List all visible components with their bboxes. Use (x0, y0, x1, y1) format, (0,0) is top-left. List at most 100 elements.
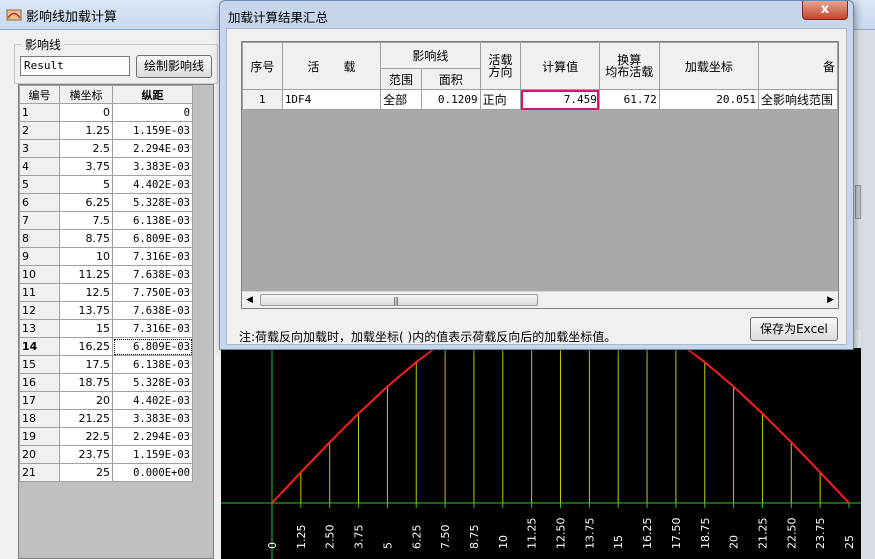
cell-abscissa[interactable]: 17.5 (59, 355, 113, 374)
table-row[interactable]: 19 22.5 2.294E-03 (19, 427, 193, 446)
cell-ordinate[interactable]: 4.402E-03 (112, 391, 193, 410)
cell-abscissa[interactable]: 8.75 (59, 229, 113, 248)
grid-header-ordinate[interactable]: 纵距 (112, 85, 193, 104)
cell-abscissa[interactable]: 15 (59, 319, 113, 338)
cell-load[interactable]: 1DF4 (281, 89, 382, 110)
cell-index[interactable]: 12 (19, 301, 60, 320)
cell-ordinate[interactable]: 7.316E-03 (112, 319, 193, 338)
cell-index[interactable]: 1 (19, 103, 60, 122)
table-row[interactable]: 12 13.75 7.638E-03 (19, 301, 193, 320)
cell-ordinate[interactable]: 6.809E-03 (112, 337, 193, 356)
table-row[interactable]: 100 (19, 103, 193, 122)
table-row[interactable]: 4 3.75 3.383E-03 (19, 157, 193, 176)
influence-ordinate-grid[interactable]: 编号 横坐标 纵距 1 0 0 2 1.25 1.159E-03 3 2.5 2.294E-03… (18, 84, 214, 559)
col-header-load-direction[interactable]: 活载 方向 (479, 42, 522, 90)
cell-index[interactable]: 19 (19, 427, 60, 446)
cell-ordinate[interactable]: 0.000E+00 (112, 463, 193, 482)
cell-abscissa[interactable]: 16.25 (59, 337, 113, 356)
cell-abscissa[interactable]: 11.25 (59, 265, 113, 284)
table-row[interactable]: 1 1DF4 全部 0.1209 正向 7.459 61.72 20.051 全… (242, 89, 838, 110)
cell-abscissa[interactable]: 13.75 (59, 301, 113, 320)
cell-index[interactable]: 6 (19, 193, 60, 212)
col-header-remark[interactable]: 备 (757, 42, 838, 90)
col-header-live-load[interactable]: 活 载 (281, 42, 382, 90)
cell-ordinate[interactable]: 1.159E-03 (112, 121, 193, 140)
cell-index[interactable]: 14 (19, 337, 60, 356)
cell-index[interactable]: 21 (19, 463, 60, 482)
cell-ordinate[interactable]: 7.316E-03 (112, 247, 193, 266)
cell-seq[interactable]: 1 (242, 89, 283, 110)
cell-ordinate[interactable]: 7.750E-03 (112, 283, 193, 302)
save-as-excel-button[interactable]: 保存为Excel (750, 317, 838, 341)
cell-index[interactable]: 8 (19, 229, 60, 248)
scroll-right-icon[interactable]: ▶ (827, 295, 834, 305)
col-header-calc-value[interactable]: 计算值 (520, 42, 600, 90)
cell-abscissa[interactable]: 12.5 (59, 283, 113, 302)
cell-ordinate[interactable]: 6.138E-03 (112, 211, 193, 230)
cell-index[interactable]: 10 (19, 265, 60, 284)
table-row[interactable]: 14 16.25 6.809E-03 (19, 337, 193, 356)
cell-abscissa[interactable]: 7.5 (59, 211, 113, 230)
col-header-range[interactable]: 范围 (380, 68, 422, 90)
table-row[interactable]: 18 21.25 3.383E-03 (19, 409, 193, 428)
cell-index[interactable]: 18 (19, 409, 60, 428)
cell-ordinate[interactable]: 3.383E-03 (112, 409, 193, 428)
table-row[interactable]: 6 6.25 5.328E-03 (19, 193, 193, 212)
cell-abscissa[interactable]: 23.75 (59, 445, 113, 464)
cell-ordinate[interactable]: 2.294E-03 (112, 427, 193, 446)
table-row[interactable]: 7 7.5 6.138E-03 (19, 211, 193, 230)
col-header-seq[interactable]: 序号 (242, 42, 283, 90)
table-row[interactable]: 9 10 7.316E-03 (19, 247, 193, 266)
cell-abscissa[interactable]: 21.25 (59, 409, 113, 428)
results-grid[interactable]: 序号 活 载 影响线 活载 方向 计算值 换算 均布活载 加载坐标 备 范围 面… (241, 41, 839, 309)
results-horizontal-scrollbar[interactable]: ◀ ||| ▶ (242, 291, 838, 308)
col-header-influence-line[interactable]: 影响线 (380, 42, 481, 69)
cell-ordinate[interactable]: 3.383E-03 (112, 157, 193, 176)
cell-calc-value[interactable]: 7.459 (520, 89, 600, 110)
draw-influence-line-button[interactable]: 绘制影响线 (136, 55, 212, 78)
cell-abscissa[interactable]: 6.25 (59, 193, 113, 212)
cell-direction[interactable]: 正向 (479, 89, 522, 110)
cell-index[interactable]: 9 (19, 247, 60, 266)
cell-abscissa[interactable]: 3.75 (59, 157, 113, 176)
cell-ordinate[interactable]: 6.138E-03 (112, 355, 193, 374)
cell-ordinate[interactable]: 2.294E-03 (112, 139, 193, 158)
cell-range[interactable]: 全部 (380, 89, 422, 110)
cell-ordinate[interactable]: 7.638E-03 (112, 301, 193, 320)
horizontal-scroll-thumb[interactable]: ||| (260, 294, 538, 306)
cell-abscissa[interactable]: 10 (59, 247, 113, 266)
table-row[interactable]: 2 1.25 1.159E-03 (19, 121, 193, 140)
table-row[interactable]: 3 2.5 2.294E-03 (19, 139, 193, 158)
table-row[interactable]: 5 5 4.402E-03 (19, 175, 193, 194)
cell-ordinate[interactable]: 0 (112, 103, 193, 122)
cell-abscissa[interactable]: 2.5 (59, 139, 113, 158)
col-header-load-coord[interactable]: 加载坐标 (658, 42, 759, 90)
table-row[interactable]: 10 11.25 7.638E-03 (19, 265, 193, 284)
cell-equiv[interactable]: 61.72 (598, 89, 660, 110)
cell-ordinate[interactable]: 1.159E-03 (112, 445, 193, 464)
table-row[interactable]: 15 17.5 6.138E-03 (19, 355, 193, 374)
table-row[interactable]: 20 23.75 1.159E-03 (19, 445, 193, 464)
grid-header-index[interactable]: 编号 (19, 85, 60, 104)
cell-index[interactable]: 7 (19, 211, 60, 230)
cell-index[interactable]: 5 (19, 175, 60, 194)
cell-abscissa[interactable]: 0 (59, 103, 113, 122)
col-header-area[interactable]: 面积 (420, 68, 481, 90)
cell-index[interactable]: 16 (19, 373, 60, 392)
cell-area[interactable]: 0.1209 (420, 89, 481, 110)
result-name-input[interactable]: Result (20, 56, 130, 76)
cell-coord[interactable]: 20.051 (658, 89, 759, 110)
cell-index[interactable]: 3 (19, 139, 60, 158)
scroll-left-icon[interactable]: ◀ (246, 295, 253, 305)
cell-ordinate[interactable]: 4.402E-03 (112, 175, 193, 194)
cell-abscissa[interactable]: 1.25 (59, 121, 113, 140)
cell-ordinate[interactable]: 5.328E-03 (112, 193, 193, 212)
cell-index[interactable]: 2 (19, 121, 60, 140)
cell-abscissa[interactable]: 25 (59, 463, 113, 482)
table-row[interactable]: 16 18.75 5.328E-03 (19, 373, 193, 392)
cell-ordinate[interactable]: 5.328E-03 (112, 373, 193, 392)
cell-remark[interactable]: 全影响线范围 (757, 89, 838, 110)
table-row[interactable]: 21 25 0.000E+00 (19, 463, 193, 482)
table-row[interactable]: 13 15 7.316E-03 (19, 319, 193, 338)
cell-index[interactable]: 11 (19, 283, 60, 302)
